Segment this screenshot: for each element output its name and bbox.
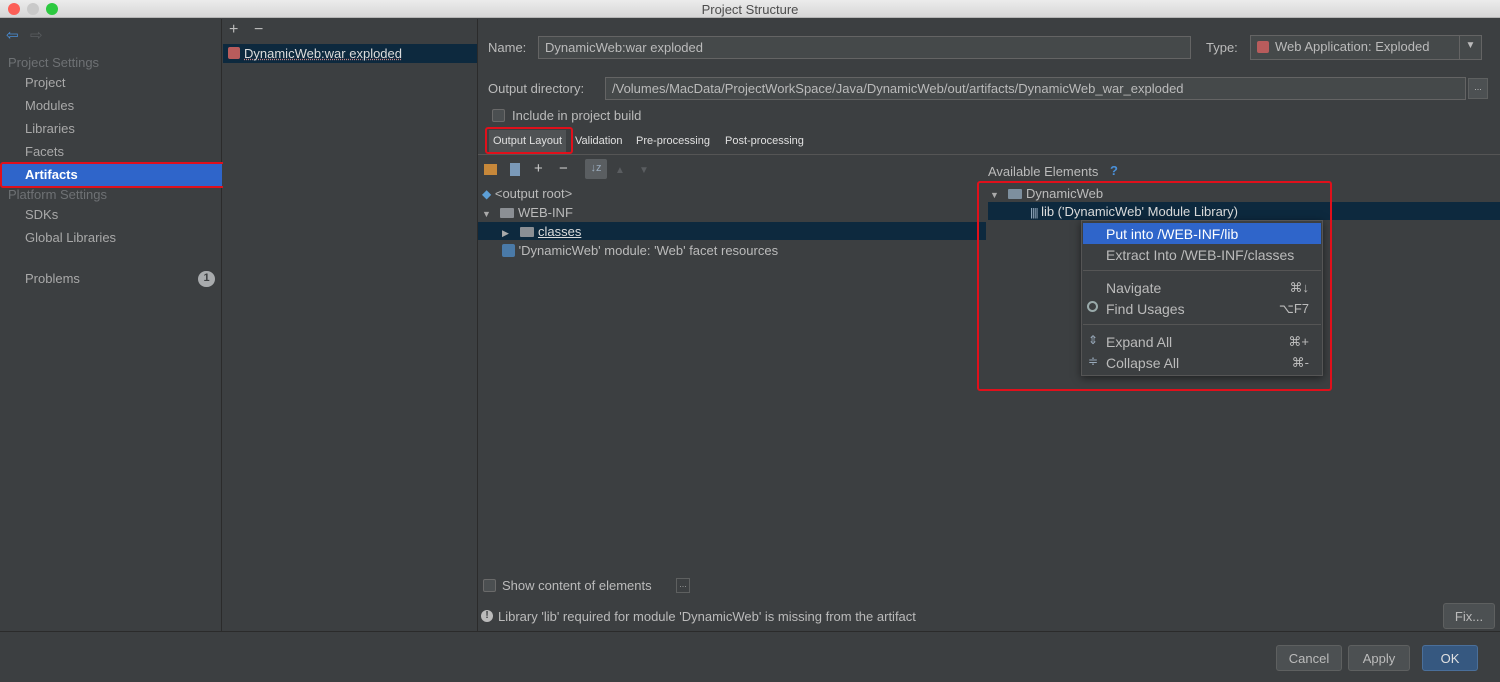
show-content-label: Show content of elements xyxy=(502,578,652,593)
show-content-options-button[interactable]: ... xyxy=(676,578,690,593)
tree-item-web-inf[interactable]: ▼ WEB-INF xyxy=(482,205,573,220)
name-field[interactable]: DynamicWeb:war exploded xyxy=(538,36,1191,59)
tab-divider xyxy=(478,154,1500,155)
web-facet-icon xyxy=(502,244,515,257)
footer-divider xyxy=(0,631,1500,632)
folder-icon xyxy=(500,208,514,218)
sidebar-item-libraries[interactable]: Libraries xyxy=(25,121,75,136)
window-title: Project Structure xyxy=(701,2,799,17)
sidebar-item-sdks[interactable]: SDKs xyxy=(25,207,58,222)
fix-button[interactable]: Fix... xyxy=(1443,603,1495,629)
name-label: Name: xyxy=(488,40,527,55)
problems-count-badge: 1 xyxy=(198,271,215,287)
tree-item-web-inf-label: WEB-INF xyxy=(518,205,573,220)
cancel-button[interactable]: Cancel xyxy=(1276,645,1342,671)
artifact-list-item-label: DynamicWeb:war exploded xyxy=(244,46,402,61)
show-content-checkbox[interactable] xyxy=(483,579,496,592)
output-directory-label: Output directory: xyxy=(488,81,585,96)
tab-validation[interactable]: Validation xyxy=(571,130,627,152)
add-artifact-button[interactable]: + xyxy=(229,21,238,39)
tab-pre-processing[interactable]: Pre-processing xyxy=(632,130,714,152)
settings-sidebar: ⇦ ⇨ Project Settings Project Modules Lib… xyxy=(0,19,222,631)
sidebar-item-global-libraries[interactable]: Global Libraries xyxy=(25,230,116,245)
available-elements-header: Available Elements xyxy=(988,164,1099,179)
create-directory-icon[interactable] xyxy=(484,164,497,175)
move-down-icon[interactable]: ▼ xyxy=(639,165,649,176)
war-artifact-icon xyxy=(228,47,240,59)
sidebar-item-project[interactable]: Project xyxy=(25,75,65,90)
collapsed-triangle-icon[interactable]: ▶ xyxy=(502,228,516,239)
available-elements-highlight-box xyxy=(977,181,1332,391)
tab-post-processing[interactable]: Post-processing xyxy=(721,130,808,152)
type-label: Type: xyxy=(1206,40,1238,55)
browse-button[interactable]: ... xyxy=(1468,78,1488,99)
sidebar-item-modules[interactable]: Modules xyxy=(25,98,74,113)
sort-elements-icon[interactable]: ↓z xyxy=(585,159,607,179)
warning-icon: ! xyxy=(481,610,493,622)
help-icon[interactable]: ? xyxy=(1110,163,1118,178)
type-select[interactable]: Web Application: Exploded ▼ xyxy=(1250,35,1482,60)
tree-item-output-root[interactable]: ◆ <output root> xyxy=(482,186,572,201)
expanded-triangle-icon[interactable]: ▼ xyxy=(482,209,496,219)
remove-artifact-button[interactable]: − xyxy=(254,21,263,39)
missing-library-warning: Library 'lib' required for module 'Dynam… xyxy=(498,609,916,624)
forward-arrow-icon[interactable]: ⇨ xyxy=(30,26,43,44)
artifact-list-item[interactable]: DynamicWeb:war exploded xyxy=(223,44,477,63)
remove-icon[interactable]: − xyxy=(559,160,568,177)
title-bar: Project Structure xyxy=(0,0,1500,18)
sidebar-item-problems[interactable]: Problems xyxy=(25,271,80,286)
move-up-icon[interactable]: ▲ xyxy=(615,165,625,176)
add-copy-icon[interactable] xyxy=(510,163,520,176)
tree-item-facet-resources[interactable]: 'DynamicWeb' module: 'Web' facet resourc… xyxy=(502,243,778,258)
ok-button[interactable]: OK xyxy=(1422,645,1478,671)
artifacts-list-panel: + − DynamicWeb:war exploded xyxy=(223,19,478,631)
output-root-icon: ◆ xyxy=(482,187,492,201)
output-layout-highlight-box xyxy=(485,127,573,154)
chevron-down-icon[interactable]: ▼ xyxy=(1459,36,1481,59)
tree-item-classes[interactable]: ▶ classes xyxy=(502,224,581,239)
folder-icon xyxy=(520,227,534,237)
tree-item-classes-label: classes xyxy=(538,224,582,239)
war-artifact-icon xyxy=(1257,41,1269,53)
tree-item-facet-resources-label: 'DynamicWeb' module: 'Web' facet resourc… xyxy=(518,243,779,258)
include-build-label: Include in project build xyxy=(512,108,642,123)
add-icon[interactable]: + xyxy=(534,160,543,177)
project-settings-header: Project Settings xyxy=(8,55,100,70)
apply-button[interactable]: Apply xyxy=(1348,645,1410,671)
back-arrow-icon[interactable]: ⇦ xyxy=(6,26,19,44)
type-select-value: Web Application: Exploded xyxy=(1275,39,1430,54)
tree-item-output-root-label: <output root> xyxy=(494,186,573,201)
include-build-checkbox[interactable] xyxy=(492,109,505,122)
artifacts-highlight-box xyxy=(0,162,227,188)
output-directory-field[interactable]: /Volumes/MacData/ProjectWorkSpace/Java/D… xyxy=(605,77,1466,100)
sidebar-item-facets[interactable]: Facets xyxy=(25,144,64,159)
platform-settings-header: Platform Settings xyxy=(8,187,107,202)
